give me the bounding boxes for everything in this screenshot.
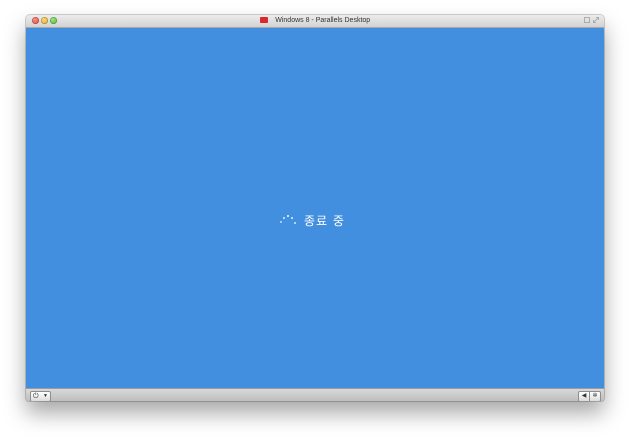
vm-screen[interactable]: 종료 중 [26,28,604,388]
power-icon: ⏻ [33,393,39,400]
fullscreen-icon[interactable] [593,17,599,23]
power-menu-button[interactable]: ⏻ ▼ [30,391,51,401]
settings-button[interactable]: ✲ [590,391,601,401]
vm-window: Windows 8 - Parallels Desktop 종료 중 ⏻ ▼ ◀… [26,15,604,401]
title-bar[interactable]: Windows 8 - Parallels Desktop [26,15,604,28]
gear-icon: ✲ [592,393,598,399]
window-title-area: Windows 8 - Parallels Desktop [26,15,604,27]
window-title: Windows 8 - Parallels Desktop [275,17,371,24]
right-toolbar-buttons: ◀ ✲ [578,391,601,401]
bottom-toolbar: ⏻ ▼ ◀ ✲ [26,388,604,401]
speaker-icon: ◀ [581,393,587,399]
speaker-button[interactable]: ◀ [578,391,590,401]
parallels-icon [259,17,268,23]
loading-spinner-icon [280,214,296,226]
coherence-icon[interactable] [584,17,590,23]
chevron-down-icon: ▼ [43,393,48,399]
status-text: 종료 중 [304,213,345,228]
shutdown-status: 종료 중 [280,211,345,229]
